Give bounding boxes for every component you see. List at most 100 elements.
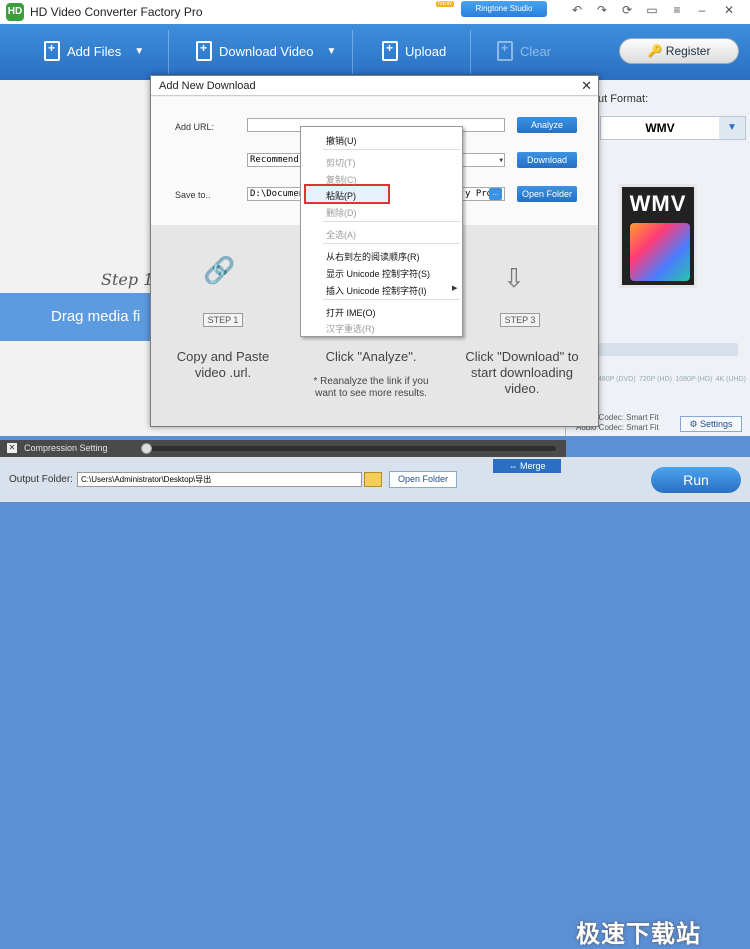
chevron-down-icon[interactable]: ▼ (134, 46, 144, 57)
title-bar: HD HD Video Converter Factory Pro NEW Ri… (0, 0, 750, 24)
settings-label: Settings (700, 419, 733, 429)
menu-item-show-unicode[interactable]: 显示 Unicode 控制字符(S) (326, 267, 456, 280)
clear-label: Clear (520, 43, 552, 59)
menu-item-undo[interactable]: 撤销(U) (326, 134, 456, 147)
folder-icon[interactable] (364, 472, 382, 487)
chevron-down-icon[interactable]: ▼ (326, 46, 336, 57)
resolution-4k[interactable]: 4K (UHD) (716, 376, 746, 383)
minimize-icon[interactable]: – (691, 1, 713, 19)
run-button[interactable]: Run (651, 467, 741, 493)
step-3-label: STEP 3 (500, 313, 540, 327)
step-1-label: STEP 1 (203, 313, 243, 327)
clear-button[interactable]: Clear (497, 41, 551, 61)
context-menu: 撤销(U) 剪切(T) 复制(C) 粘贴(P) 删除(D) 全选(A) 从右到左… (300, 126, 463, 337)
quality-value: Recommend (250, 155, 299, 165)
resolution-480p[interactable]: 480P (DVD) (598, 376, 636, 383)
chevron-down-icon[interactable]: ▼ (719, 117, 745, 139)
wmv-icon-text: WMV (629, 191, 687, 216)
menu-item-insert-unicode[interactable]: 插入 Unicode 控制字符(I) (326, 284, 456, 297)
chevron-down-icon[interactable]: ▼ (499, 155, 503, 166)
menu-divider (323, 243, 460, 244)
refresh-icon[interactable]: ⟳ (616, 1, 638, 19)
compression-slider-handle[interactable] (141, 443, 152, 454)
menu-divider (323, 299, 460, 300)
menu-item-rtl[interactable]: 从右到左的阅读顺序(R) (326, 250, 456, 263)
link-icon: 🔗 (203, 255, 236, 285)
drag-media-hint: Drag media fi (0, 293, 160, 341)
app-logo-icon: HD (6, 3, 24, 21)
resolution-720p[interactable]: 720P (HD) (639, 376, 672, 383)
merge-icon: ⇔ (508, 461, 518, 471)
save-path-field[interactable]: D:\Document (247, 187, 301, 201)
settings-button[interactable]: ⚙ Settings (680, 416, 742, 432)
upload-button[interactable]: Upload (382, 41, 446, 61)
output-format-value: WMV (645, 121, 675, 135)
resolution-labels: 480P (DVD) 720P (HD) 1080P (HD) 4K (UHD) (598, 376, 746, 383)
dialog-title-bar: Add New Download ✕ (151, 76, 598, 96)
upload-icon (382, 41, 398, 61)
chat-icon[interactable]: ▭ (641, 1, 663, 19)
add-files-button[interactable]: Add Files ▼ (44, 41, 144, 61)
key-icon: 🔑 (647, 44, 663, 58)
compression-label: Compression Setting (24, 443, 108, 453)
register-label: Register (665, 44, 711, 58)
step-2-note: * Reanalyze the link if you want to see … (313, 376, 429, 399)
step-2-desc: Click "Analyze". (325, 349, 417, 364)
upload-label: Upload (405, 43, 447, 59)
quality-slider[interactable] (598, 343, 738, 356)
merge-button[interactable]: ⇔ Merge (493, 459, 561, 473)
menu-item-cut[interactable]: 剪切(T) (326, 156, 456, 169)
menu-icon[interactable]: ≡ (666, 1, 688, 19)
toolbar-divider (470, 30, 471, 74)
step-1-desc: Copy and Paste video .url. (176, 349, 270, 380)
browse-button[interactable]: ... (489, 188, 502, 200)
wmv-format-icon[interactable]: WMV (619, 184, 697, 288)
open-folder-button[interactable]: Open Folder (389, 471, 457, 488)
output-format-select[interactable]: WMV ▼ (600, 116, 746, 140)
dialog-title: Add New Download (159, 80, 256, 92)
merge-label: Merge (520, 461, 546, 471)
new-badge: NEW (436, 1, 454, 7)
add-url-label: Add URL: (175, 122, 215, 132)
add-file-icon (44, 41, 60, 61)
undo-icon[interactable]: ↶ (566, 1, 588, 19)
watermark: 极速下载站 (576, 921, 701, 948)
gear-icon: ⚙ (689, 419, 698, 429)
redo-icon[interactable]: ↷ (591, 1, 613, 19)
toolbar-divider (352, 30, 353, 74)
menu-item-select-all[interactable]: 全选(A) (326, 228, 456, 241)
menu-item-open-ime[interactable]: 打开 IME(O) (326, 306, 456, 319)
ringtone-studio-button[interactable]: Ringtone Studio (461, 1, 547, 17)
add-files-label: Add Files (67, 43, 122, 59)
output-format-label: ut Format: (598, 93, 649, 105)
wmv-art-icon (630, 223, 690, 281)
close-icon[interactable]: ✕ (718, 1, 740, 19)
bottom-bar: ⇔ Merge Output Folder: C:\Users\Administ… (0, 457, 750, 948)
analyze-button[interactable]: Analyze (517, 117, 577, 133)
save-to-label: Save to.. (175, 190, 211, 200)
toolbar-divider (168, 30, 169, 74)
download-icon (196, 41, 212, 61)
trash-icon (497, 41, 513, 61)
output-folder-label: Output Folder: (9, 474, 73, 485)
app-title: HD Video Converter Factory Pro (30, 5, 203, 19)
menu-item-copy[interactable]: 复制(C) (326, 173, 456, 186)
register-button[interactable]: 🔑 Register (619, 38, 739, 64)
output-folder-field[interactable]: C:\Users\Administrator\Desktop\导出 (77, 472, 362, 487)
compression-bar: ✕ Compression Setting (0, 440, 566, 457)
dialog-open-folder-button[interactable]: Open Folder (517, 186, 577, 202)
menu-divider (323, 149, 460, 150)
download-button[interactable]: Download (517, 152, 577, 168)
chevron-right-icon: ▶ (452, 285, 458, 292)
resolution-1080p[interactable]: 1080P (HD) (675, 376, 712, 383)
close-icon[interactable]: ✕ (581, 78, 592, 94)
menu-item-reconversion[interactable]: 汉字重选(R) (326, 322, 456, 335)
compression-close-icon[interactable]: ✕ (7, 443, 17, 453)
menu-item-paste[interactable]: 粘贴(P) (326, 189, 456, 202)
download-video-label: Download Video (219, 43, 314, 59)
menu-divider (323, 221, 460, 222)
step-3-desc: Click "Download" to start downloading vi… (465, 349, 579, 396)
compression-slider[interactable] (142, 446, 556, 451)
download-video-button[interactable]: Download Video ▼ (196, 41, 336, 61)
menu-item-delete[interactable]: 删除(D) (326, 206, 456, 219)
